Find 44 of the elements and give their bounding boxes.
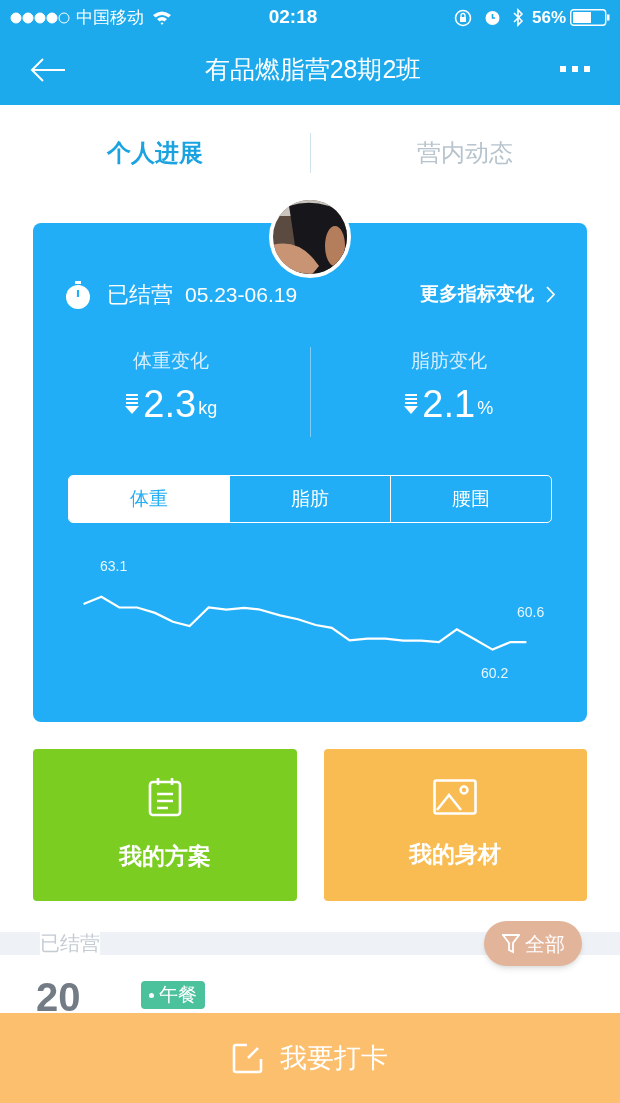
status-label: 已结营 [107,281,173,309]
more-icon[interactable] [560,66,590,74]
rotation-lock-icon [453,8,472,27]
date-range: 05.23-06.19 [185,281,298,308]
notepad-icon [147,776,182,817]
chart-value-label: 60.2 [481,665,509,681]
stopwatch-icon [65,280,91,309]
segment-tab[interactable]: 体重 [69,476,229,522]
back-icon[interactable] [30,57,66,83]
chevron-right-icon [546,286,555,303]
stat-label: 体重变化 [133,349,210,373]
action-card[interactable]: 我的方案 [33,749,297,901]
more-metrics-link[interactable]: 更多指标变化 [420,280,555,309]
filter-icon [501,933,520,954]
segment-tab[interactable]: 脂肪 [229,476,390,522]
tab[interactable]: 个人进展 [0,105,310,200]
stat-unit: kg [198,396,218,420]
stat-unit: % [477,396,494,420]
meal-tag-label: 午餐 [158,983,197,1007]
chart-value-label: 60.6 [517,604,545,620]
action-card[interactable]: 我的身材 [323,749,587,901]
chart-value-label: 63.1 [100,558,128,574]
alarm-icon [483,9,501,26]
stat-label: 脂肪变化 [410,349,487,373]
decrease-icon [125,393,140,414]
section-title: 已结营 [40,932,100,955]
edit-icon [232,1042,264,1074]
check-in-button[interactable]: 我要打卡 [0,1013,620,1103]
wifi-icon [152,10,172,25]
decrease-icon [404,393,419,414]
page-title: 有品燃脂营28期2班 [204,54,422,86]
signal-icon [10,11,72,24]
image-icon [433,778,478,815]
battery-percent: 56% [531,6,566,29]
bluetooth-icon [512,8,524,27]
filter-button[interactable]: 全部 [484,921,582,966]
segment-tab[interactable]: 腰围 [390,476,551,522]
carrier-label: 中国移动 [76,6,144,29]
stat-value: 2.3 [143,381,197,427]
battery-icon [570,9,610,26]
stat-value: 2.1 [422,381,476,427]
clock-time: 02:18 [268,5,318,30]
day-number: 20 [36,979,81,1015]
tab[interactable]: 营内动态 [310,105,620,200]
